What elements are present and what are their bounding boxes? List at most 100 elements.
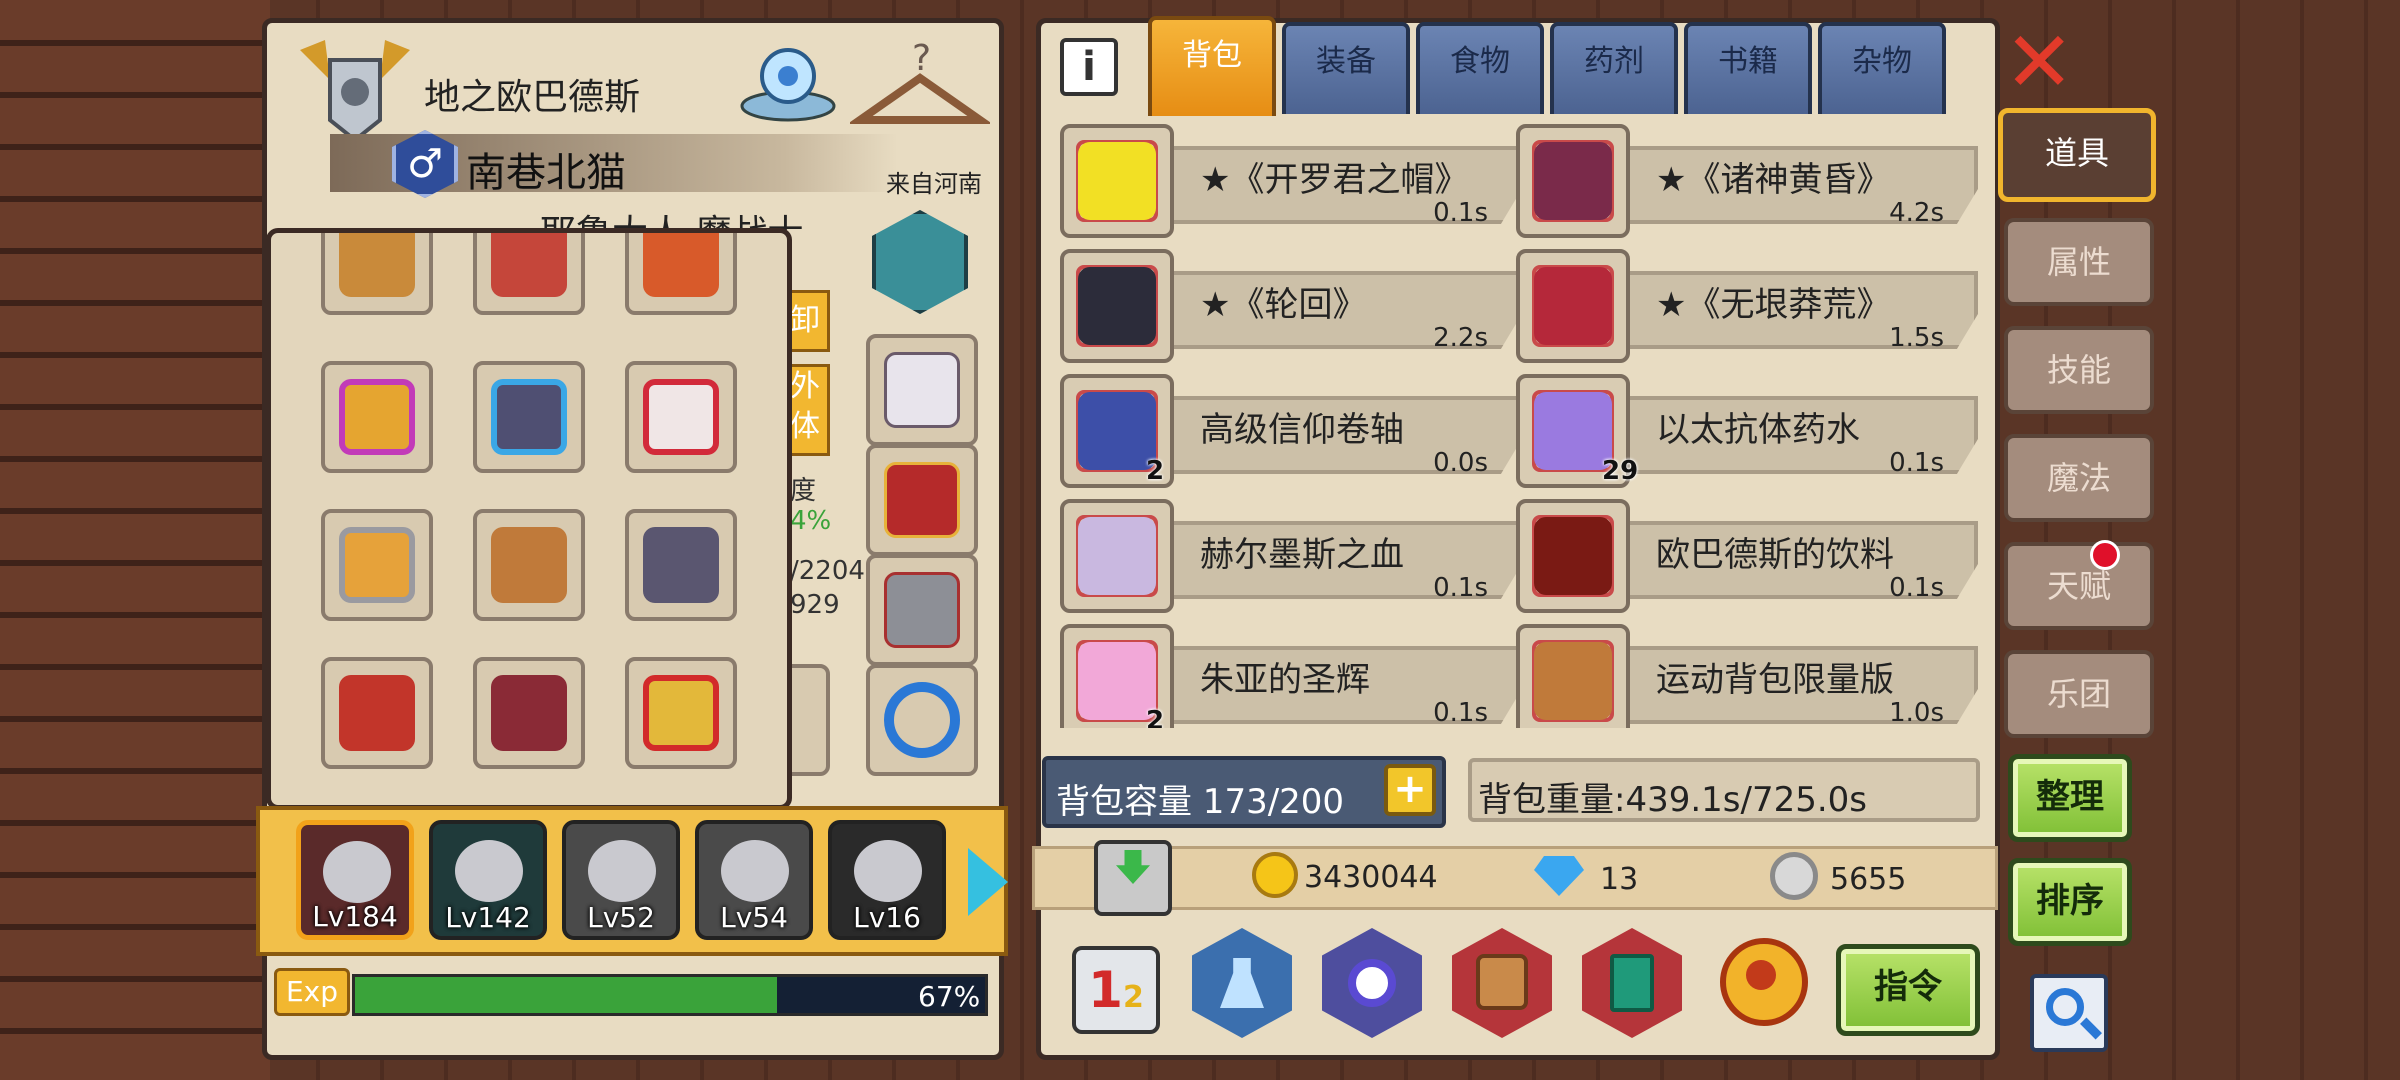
equip-item[interactable] [473,657,585,769]
sort-button[interactable]: 排序 [2008,858,2132,946]
boot-icon [491,527,567,603]
item-name: 欧巴德斯的饮料 [1656,535,1894,575]
party-member-level: Lv16 [853,901,921,934]
equip-item[interactable] [625,233,737,315]
equip-item[interactable] [321,509,433,621]
character-title: 地之欧巴德斯 [424,77,641,118]
party-member[interactable]: Lv54 [695,820,813,940]
exp-percent: 67% [918,980,981,1013]
equip-slot-glove[interactable] [866,334,978,446]
yellow-cube-hat-icon [1078,142,1156,220]
side-tab-4[interactable]: 天赋 [2004,542,2154,630]
inventory-item[interactable]: 朱亚的圣辉 0.1s 2 [1060,624,1522,728]
equip-item[interactable] [321,361,433,473]
download-icon[interactable] [1094,840,1172,916]
crossbow-icon [339,233,415,297]
speed-percent: 4% [790,506,832,536]
party-member[interactable]: Lv16 [828,820,946,940]
item-time: 0.1s [1889,573,1944,603]
expand-capacity-button[interactable]: + [1384,764,1436,816]
equip-item[interactable] [473,233,585,315]
equip-item[interactable] [473,361,585,473]
inventory-item[interactable]: 运动背包限量版 1.0s [1516,624,1978,728]
inventory-item[interactable]: 欧巴德斯的饮料 0.1s [1516,499,1978,613]
item-time: 0.0s [1433,448,1488,478]
equip-item[interactable] [473,509,585,621]
blue-ring-icon [884,682,960,758]
equip-item[interactable] [321,233,433,315]
item-name: 以太抗体药水 [1656,410,1860,450]
side-tab-5[interactable]: 乐团 [2004,650,2154,738]
item-name: 赫尔墨斯之血 [1200,535,1404,575]
gold-amount: 3430044 [1304,860,1438,895]
item-time: 2.2s [1433,323,1488,353]
item-name: ★《轮回》 [1200,285,1367,325]
side-tab-0[interactable]: 道具 [1998,108,2156,202]
silver-coin-icon [1770,852,1818,900]
side-tab-3[interactable]: 魔法 [2004,434,2154,522]
side-tab-2[interactable]: 技能 [2004,326,2154,414]
inventory-item[interactable]: ★《轮回》 2.2s [1060,249,1522,363]
hanger-icon[interactable]: ? [847,34,993,130]
orb-flask-icon [1078,517,1156,595]
tab-0[interactable]: 背包 [1148,16,1276,116]
golden-horn-icon[interactable] [1712,924,1816,1036]
item-count: 29 [1602,456,1639,486]
exp-fill [355,977,778,1013]
side-tab-1[interactable]: 属性 [2004,218,2154,306]
party-member-level: Lv52 [587,901,655,934]
organize-button[interactable]: 整理 [2008,754,2132,842]
character-name: 南巷北猫 [466,150,626,196]
gem-amount: 13 [1600,862,1639,897]
inventory-item[interactable]: ★《诸神黄昏》 4.2s [1516,124,1978,238]
weight-label: 背包重量:439.1s/725.0s [1478,780,1868,820]
svg-text:?: ? [912,38,931,79]
party-member-level: Lv184 [312,900,398,933]
equip-item[interactable] [625,509,737,621]
party-member-level: Lv142 [445,901,531,934]
tab-1[interactable]: 装备 [1282,22,1410,114]
party-member[interactable]: Lv184 [296,820,414,940]
equip-slot-ring[interactable] [866,664,978,776]
mp-value: 929 [790,590,840,620]
search-icon[interactable] [2030,974,2108,1052]
red-greaves-icon [339,675,415,751]
split-stack-icon[interactable]: 12 [1072,946,1160,1034]
scroll-pouch-icon [1078,392,1156,470]
inventory-item[interactable]: 高级信仰卷轴 0.0s 2 [1060,374,1522,488]
avatar [588,840,656,902]
equip-slot-belt[interactable] [866,444,978,556]
equip-item[interactable] [625,361,737,473]
tab-3[interactable]: 药剂 [1550,22,1678,114]
red-belt-icon [1534,267,1612,345]
purple-potion-icon [1534,392,1612,470]
item-time: 1.0s [1889,698,1944,728]
inventory-item[interactable]: ★《开罗君之帽》 0.1s [1060,124,1522,238]
demon-armor-icon [491,675,567,751]
gold-bracer-icon [339,527,415,603]
equip-item[interactable] [625,657,737,769]
close-icon[interactable]: ✕ [2004,20,2074,104]
inventory-item[interactable]: 以太抗体药水 0.1s 29 [1516,374,1978,488]
inventory-list: ★《开罗君之帽》 0.1s ★《诸神黄昏》 4.2s ★《轮回》 2.2s ★《无垠莽荒》 1… [1060,124,1990,728]
exp-label: Exp [274,968,350,1016]
equip-item[interactable] [321,657,433,769]
equipment-list-panel [266,228,792,810]
blue-crystal-icon[interactable] [738,34,838,124]
party-next-arrow-icon[interactable] [968,848,1008,916]
item-time: 0.1s [1433,198,1488,228]
red-bow-icon [491,233,567,297]
party-member[interactable]: Lv142 [429,820,547,940]
inventory-item[interactable]: 赫尔墨斯之血 0.1s [1060,499,1522,613]
tab-2[interactable]: 食物 [1416,22,1544,114]
gold-coin-icon [1252,852,1298,898]
inventory-item[interactable]: ★《无垠莽荒》 1.5s [1516,249,1978,363]
equip-slot-armor[interactable] [866,554,978,666]
capacity-label: 背包容量 173/200 [1056,782,1345,822]
info-icon[interactable]: i [1060,38,1118,96]
command-button[interactable]: 指令 [1836,944,1980,1036]
party-member[interactable]: Lv52 [562,820,680,940]
tab-4[interactable]: 书籍 [1684,22,1812,114]
tab-5[interactable]: 杂物 [1818,22,1946,114]
white-glove-icon [884,352,960,428]
